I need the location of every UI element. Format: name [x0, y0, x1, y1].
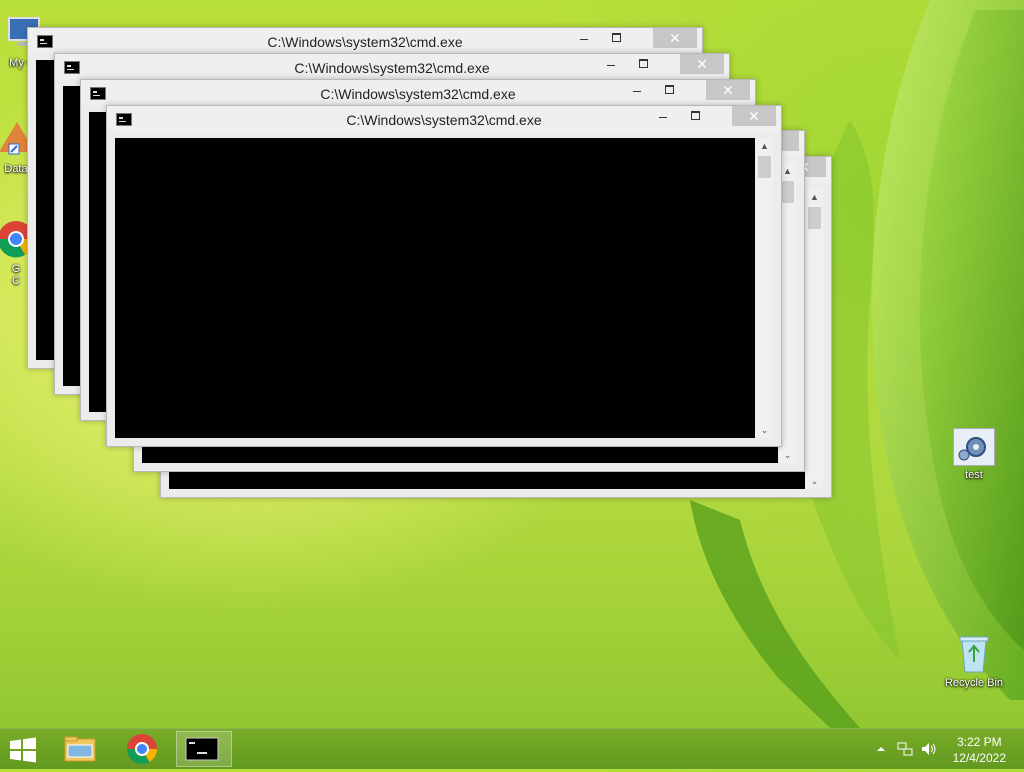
scroll-down-arrow-icon[interactable]: ⌄	[779, 447, 796, 463]
minimize-button[interactable]	[649, 106, 677, 126]
desktop-icon-test[interactable]: test	[944, 428, 1004, 481]
scroll-thumb[interactable]	[781, 181, 794, 203]
minimize-button[interactable]	[597, 54, 625, 74]
window-title: C:\Windows\system32\cmd.exe	[294, 60, 490, 76]
clock-time: 3:22 PM	[956, 735, 1002, 749]
scroll-thumb[interactable]	[758, 156, 771, 178]
console-area[interactable]	[115, 138, 755, 438]
cmd-window-0[interactable]: C:\Windows\system32\cmd.exe ✕ ▲ ⌄	[106, 105, 782, 447]
chrome-icon	[127, 734, 157, 765]
scroll-down-arrow-icon[interactable]: ⌄	[806, 473, 823, 489]
start-button[interactable]	[8, 737, 38, 763]
command-prompt-icon	[185, 737, 219, 761]
scroll-up-arrow-icon[interactable]: ▲	[756, 138, 773, 154]
volume-icon[interactable]	[920, 741, 938, 757]
window-title: C:\Windows\system32\cmd.exe	[346, 112, 542, 128]
maximize-button[interactable]	[602, 28, 630, 48]
network-icon[interactable]	[897, 741, 913, 757]
taskbar-command-prompt[interactable]	[176, 731, 232, 767]
taskbar: 3:22 PM 12/4/2022	[0, 728, 1024, 769]
minimize-button[interactable]	[623, 80, 651, 100]
minimize-button[interactable]	[570, 28, 598, 48]
system-clock[interactable]: 3:22 PM 12/4/2022	[953, 734, 1006, 766]
tray-show-hidden-icons[interactable]	[874, 742, 888, 756]
close-button[interactable]: ✕	[680, 54, 724, 74]
scroll-down-arrow-icon[interactable]: ⌄	[756, 422, 773, 438]
taskbar-file-explorer[interactable]	[52, 731, 108, 767]
scroll-up-arrow-icon[interactable]: ▲	[806, 189, 823, 205]
folder-icon	[64, 736, 96, 762]
scroll-thumb[interactable]	[808, 207, 821, 229]
maximize-button[interactable]	[629, 54, 657, 74]
vertical-scrollbar[interactable]: ▲ ⌄	[806, 189, 823, 489]
desktop-icon-label: test	[965, 469, 983, 481]
maximize-button[interactable]	[655, 80, 683, 100]
close-button[interactable]: ✕	[653, 28, 697, 48]
window-title: C:\Windows\system32\cmd.exe	[320, 86, 516, 102]
windows-logo-icon	[10, 737, 36, 763]
desktop-icon-label: Recycle Bin	[944, 677, 1004, 689]
desktop-icon-recycle-bin[interactable]: Recycle Bin	[944, 632, 1004, 689]
chevron-up-icon	[877, 747, 885, 751]
vertical-scrollbar[interactable]: ▲ ⌄	[756, 138, 773, 438]
maximize-button[interactable]	[681, 106, 709, 126]
window-title: C:\Windows\system32\cmd.exe	[267, 34, 463, 50]
close-button[interactable]: ✕	[706, 80, 750, 100]
clock-date: 12/4/2022	[952, 751, 1006, 765]
taskbar-google-chrome[interactable]	[114, 731, 170, 767]
recycle-bin-icon	[953, 632, 995, 674]
close-button[interactable]: ✕	[732, 106, 776, 126]
settings-gear-icon	[953, 428, 995, 466]
